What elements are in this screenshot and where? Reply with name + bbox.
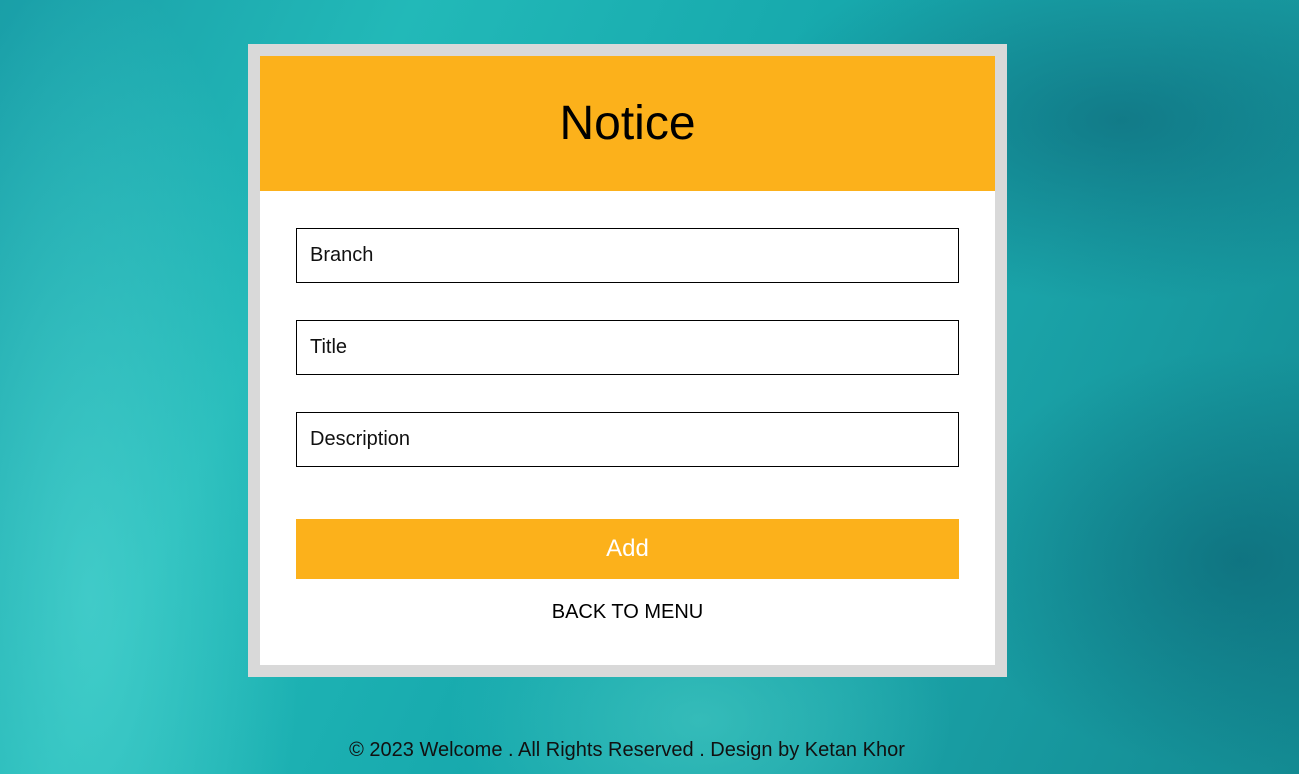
back-to-menu-link[interactable]: BACK TO MENU [260, 601, 995, 624]
description-input[interactable] [296, 412, 959, 467]
card-header: Notice [260, 56, 995, 191]
branch-input[interactable] [296, 228, 959, 283]
notice-card: Notice Add BACK TO MENU [260, 56, 995, 665]
title-input[interactable] [296, 320, 959, 375]
page-title: Notice [559, 96, 696, 150]
footer-text: © 2023 Welcome . All Rights Reserved . D… [349, 739, 905, 761]
add-button[interactable]: Add [296, 519, 959, 579]
